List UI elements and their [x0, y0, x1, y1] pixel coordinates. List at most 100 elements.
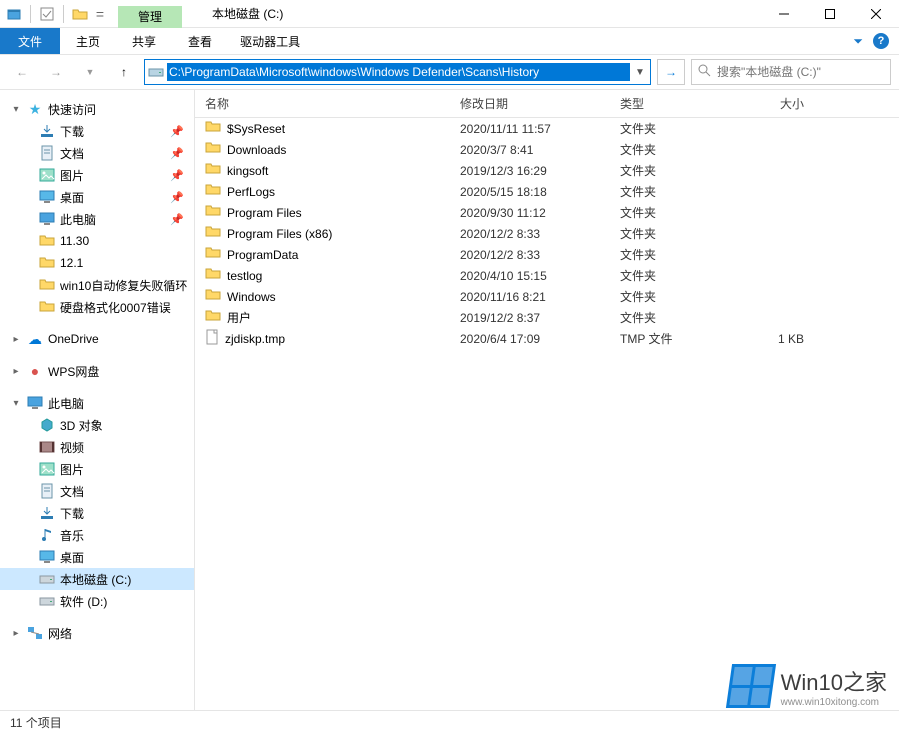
sidebar-item-pc[interactable]: 文档 — [0, 480, 194, 502]
star-icon: ★ — [26, 101, 44, 118]
address-input[interactable] — [167, 63, 630, 81]
file-row[interactable]: Program Files (x86)2020/12/2 8:33文件夹 — [195, 223, 899, 244]
folder-qat-icon[interactable] — [72, 6, 88, 22]
search-box[interactable] — [691, 59, 891, 85]
file-menu[interactable]: 文件 — [0, 28, 60, 54]
sidebar-item-quickaccess[interactable]: 下载📌 — [0, 120, 194, 142]
file-row[interactable]: 用户2019/12/2 8:37文件夹 — [195, 307, 899, 328]
expand-icon[interactable]: ▾ — [10, 104, 22, 115]
sidebar-item-quickaccess[interactable]: 12.1 — [0, 252, 194, 274]
tab-home[interactable]: 主页 — [60, 28, 116, 54]
sidebar-item-quickaccess[interactable]: 文档📌 — [0, 142, 194, 164]
search-icon — [698, 64, 711, 80]
help-icon[interactable]: ? — [873, 33, 889, 49]
file-row[interactable]: Windows2020/11/16 8:21文件夹 — [195, 286, 899, 307]
col-type-header[interactable]: 类型 — [620, 95, 720, 112]
file-date: 2020/3/7 8:41 — [460, 143, 620, 157]
col-name-header[interactable]: 名称 — [205, 95, 460, 112]
window-title: 本地磁盘 (C:) — [212, 5, 283, 22]
file-row[interactable]: Downloads2020/3/7 8:41文件夹 — [195, 139, 899, 160]
sidebar-item-quickaccess[interactable]: 此电脑📌 — [0, 208, 194, 230]
sidebar-item-pc[interactable]: 图片 — [0, 458, 194, 480]
titlebar: = 管理 本地磁盘 (C:) — [0, 0, 899, 28]
file-row[interactable]: Program Files2020/9/30 11:12文件夹 — [195, 202, 899, 223]
sidebar-item-pc[interactable]: 下载 — [0, 502, 194, 524]
nav-up-button[interactable]: ↑ — [110, 58, 138, 86]
sidebar-item-pc[interactable]: 软件 (D:) — [0, 590, 194, 612]
tree-this-pc[interactable]: ▾ 此电脑 — [0, 392, 194, 414]
qat-dropdown-icon[interactable]: = — [92, 6, 108, 22]
item-icon — [38, 417, 56, 433]
quick-access-toolbar: = — [0, 5, 108, 23]
sidebar-item-quickaccess[interactable]: 图片📌 — [0, 164, 194, 186]
item-icon — [38, 462, 56, 476]
tree-network[interactable]: ▸ 网络 — [0, 622, 194, 644]
file-name: $SysReset — [227, 122, 285, 136]
item-label: 硬盘格式化0007错误 — [60, 299, 194, 316]
file-icon — [205, 266, 221, 285]
file-row[interactable]: ProgramData2020/12/2 8:33文件夹 — [195, 244, 899, 265]
minimize-button[interactable] — [761, 0, 807, 28]
address-bar[interactable]: ▼ — [144, 59, 651, 85]
item-icon — [38, 506, 56, 520]
file-list-pane[interactable]: 名称 修改日期 类型 大小 $SysReset2020/11/11 11:57文… — [195, 90, 899, 710]
search-input[interactable] — [717, 65, 884, 79]
item-label: 视频 — [60, 439, 194, 456]
item-label: 图片 — [60, 167, 166, 184]
item-icon — [38, 233, 56, 249]
sidebar-item-pc[interactable]: 本地磁盘 (C:) — [0, 568, 194, 590]
sidebar-item-pc[interactable]: 音乐 — [0, 524, 194, 546]
file-row[interactable]: PerfLogs2020/5/15 18:18文件夹 — [195, 181, 899, 202]
ribbon-collapse-icon[interactable]: ⏷ — [853, 34, 863, 49]
tab-view[interactable]: 查看 — [172, 28, 228, 54]
file-row[interactable]: testlog2020/4/10 15:15文件夹 — [195, 265, 899, 286]
tree-wps[interactable]: ▸ ● WPS网盘 — [0, 360, 194, 382]
nav-recent-dropdown[interactable]: ▼ — [76, 58, 104, 86]
file-icon — [205, 245, 221, 264]
nav-forward-button[interactable]: → — [42, 58, 70, 86]
sidebar-item-quickaccess[interactable]: win10自动修复失败循环 — [0, 274, 194, 296]
item-label: 本地磁盘 (C:) — [60, 571, 194, 588]
expand-icon[interactable]: ▸ — [10, 628, 22, 639]
expand-icon[interactable]: ▸ — [10, 334, 22, 345]
watermark-url: www.win10xitong.com — [781, 697, 887, 708]
watermark-title: Win10之家 — [781, 665, 887, 697]
item-icon — [38, 168, 56, 182]
sidebar-item-quickaccess[interactable]: 硬盘格式化0007错误 — [0, 296, 194, 318]
sidebar-item-quickaccess[interactable]: 11.30 — [0, 230, 194, 252]
nav-back-button[interactable]: ← — [8, 58, 36, 86]
item-icon — [38, 277, 56, 293]
contextual-tab-manage[interactable]: 管理 — [118, 6, 182, 28]
file-row[interactable]: zjdiskp.tmp2020/6/4 17:09TMP 文件1 KB — [195, 328, 899, 349]
tree-quick-access[interactable]: ▾ ★ 快速访问 — [0, 98, 194, 120]
sidebar-item-quickaccess[interactable]: 桌面📌 — [0, 186, 194, 208]
address-dropdown-icon[interactable]: ▼ — [630, 67, 650, 78]
maximize-button[interactable] — [807, 0, 853, 28]
app-icon — [6, 6, 22, 22]
col-date-header[interactable]: 修改日期 — [460, 95, 620, 112]
drive-icon — [145, 66, 167, 78]
sidebar-item-pc[interactable]: 3D 对象 — [0, 414, 194, 436]
file-row[interactable]: kingsoft2019/12/3 16:29文件夹 — [195, 160, 899, 181]
item-label: 12.1 — [60, 256, 194, 270]
close-button[interactable] — [853, 0, 899, 28]
file-date: 2020/9/30 11:12 — [460, 206, 620, 220]
navigation-pane[interactable]: ▾ ★ 快速访问 下载📌文档📌图片📌桌面📌此电脑📌11.3012.1win10自… — [0, 90, 195, 710]
file-row[interactable]: $SysReset2020/11/11 11:57文件夹 — [195, 118, 899, 139]
column-headers[interactable]: 名称 修改日期 类型 大小 — [195, 90, 899, 118]
item-icon — [38, 527, 56, 543]
go-button[interactable]: → — [657, 59, 685, 85]
sidebar-item-pc[interactable]: 视频 — [0, 436, 194, 458]
item-icon — [38, 145, 56, 161]
tab-share[interactable]: 共享 — [116, 28, 172, 54]
expand-icon[interactable]: ▸ — [10, 366, 22, 377]
pin-icon: 📌 — [170, 213, 184, 226]
checkbox-icon[interactable] — [39, 6, 55, 22]
item-icon — [38, 212, 56, 226]
item-icon — [38, 299, 56, 315]
col-size-header[interactable]: 大小 — [720, 95, 820, 112]
tab-drive-tools[interactable]: 驱动器工具 — [228, 28, 312, 54]
sidebar-item-pc[interactable]: 桌面 — [0, 546, 194, 568]
tree-onedrive[interactable]: ▸ ☁ OneDrive — [0, 328, 194, 350]
expand-icon[interactable]: ▾ — [10, 398, 22, 409]
